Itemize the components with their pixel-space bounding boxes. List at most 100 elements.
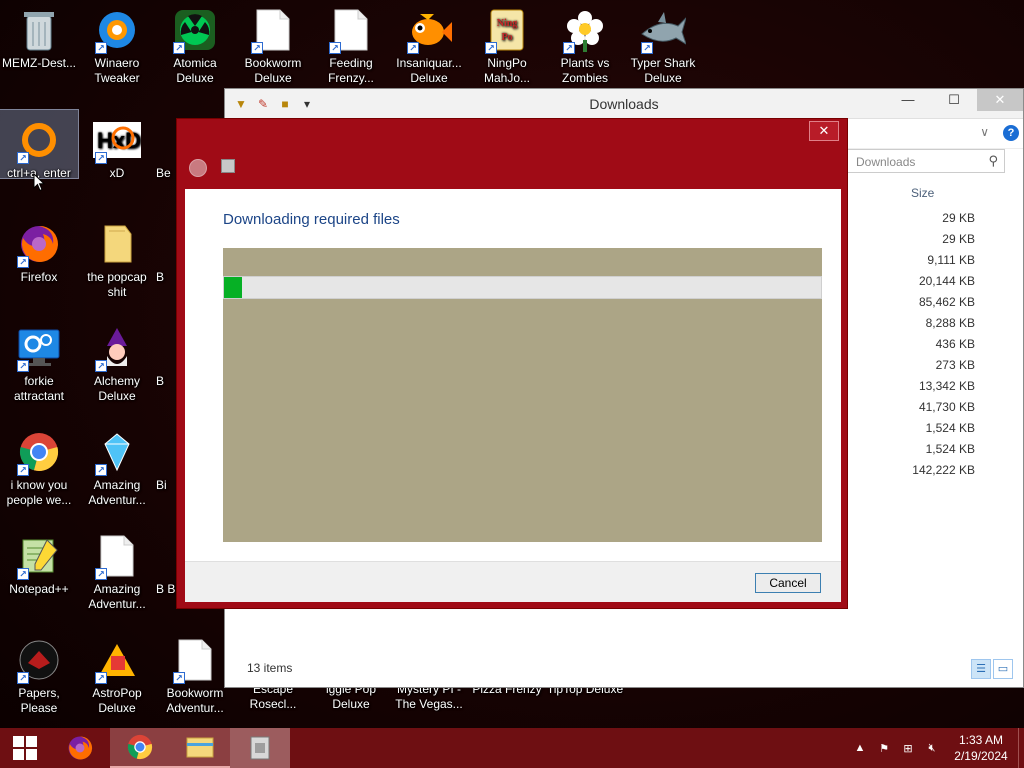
clock-time: 1:33 AM <box>958 733 1004 747</box>
shortcut-arrow-icon: ↗ <box>95 152 107 164</box>
shark-icon: ↗ <box>639 6 687 54</box>
maximize-button[interactable]: ☐ <box>931 89 977 111</box>
desktop-icon-label: Insaniquar... Deluxe <box>396 56 462 85</box>
blank-file-icon: ↗ <box>171 636 219 684</box>
taskbar: ▲ ⚑ ⊞ 🔇︎ 1:33 AM 2/19/2024 <box>0 728 1024 768</box>
desktop-icon-atomica[interactable]: ↗ Atomica Deluxe <box>156 0 234 86</box>
desktop-icon-label: B B <box>156 582 176 596</box>
desktop-icon-astropop[interactable]: ↗ AstroPop Deluxe <box>78 630 156 716</box>
shortcut-arrow-icon: ↗ <box>251 42 263 54</box>
desktop-icon-alchemy[interactable]: ↗ Alchemy Deluxe <box>78 318 156 404</box>
desktop-icon-plants-vs-zombies[interactable]: ↗ Plants vs Zombies <box>546 0 624 86</box>
shortcut-arrow-icon: ↗ <box>329 42 341 54</box>
minimize-button[interactable]: — <box>885 89 931 111</box>
action-center-flag-icon[interactable]: ⚑ <box>872 742 896 755</box>
desktop-icon-bookworm[interactable]: ↗ Bookworm Deluxe <box>234 0 312 86</box>
file-size-cell: 142,222 KB <box>912 463 975 477</box>
desktop-icon-label: Winaero Tweaker <box>94 56 140 85</box>
desktop-icon-label: i know you people we... <box>6 478 72 507</box>
desktop-icon-memz[interactable]: MEMZ-Dest... <box>0 0 78 71</box>
desktop-icon-partial-bb[interactable]: B B <box>156 526 176 597</box>
installer-dialog[interactable]: ✕ Downloading required files Cancel <box>176 118 848 609</box>
desktop-icon-partial-bi[interactable]: Bi <box>156 422 176 493</box>
shortcut-arrow-icon: ↗ <box>485 42 497 54</box>
file-explorer-icon <box>186 737 214 758</box>
show-desktop-button[interactable] <box>1018 728 1024 768</box>
desktop-icon-partial-be[interactable]: Be <box>156 110 176 181</box>
clock[interactable]: 1:33 AM 2/19/2024 <box>944 732 1018 764</box>
progress-bar-fill <box>224 277 242 298</box>
desktop-icon-label: Amazing Adventur... <box>88 478 146 507</box>
desktop-icon-feeding-frenzy[interactable]: ↗ Feeding Frenzy... <box>312 0 390 86</box>
desktop-icon-label: Alchemy Deluxe <box>93 374 140 403</box>
column-header-size[interactable]: Size <box>911 186 934 200</box>
desktop-icon-popcap-folder[interactable]: the popcap shit <box>78 214 156 300</box>
desktop-icon-amazing-adventures-2[interactable]: ↗ Amazing Adventur... <box>78 526 156 612</box>
desktop-icon-label: NingPo MahJo... <box>483 56 531 85</box>
shortcut-arrow-icon: ↗ <box>95 42 107 54</box>
monitor-gears-icon: ↗ <box>15 324 63 372</box>
folder-icon <box>93 220 141 268</box>
close-button[interactable]: ✕ <box>977 89 1023 111</box>
desktop-icon-insaniquarium[interactable]: ↗ Insaniquar... Deluxe <box>390 0 468 86</box>
svg-text:HxD: HxD <box>97 128 141 153</box>
details-view-icon[interactable]: ☰ <box>971 659 991 679</box>
goldfish-icon: ↗ <box>405 6 453 54</box>
desktop-icon-partial-b[interactable]: B <box>156 214 176 285</box>
help-icon[interactable]: ? <box>1003 125 1019 141</box>
large-icons-view-icon[interactable]: ▭ <box>993 659 1013 679</box>
desktop-icon-label: Papers, Please <box>18 686 60 715</box>
search-input[interactable]: Downloads ⚲ <box>847 149 1005 173</box>
progress-panel <box>223 248 822 542</box>
taskbar-chrome[interactable] <box>110 728 170 768</box>
desktop-icon-label: Bookworm Deluxe <box>244 56 302 85</box>
firefox-icon: ↗ <box>15 220 63 268</box>
desktop-icon-forkie[interactable]: ↗ forkie attractant <box>0 318 78 404</box>
file-size-cell: 85,462 KB <box>918 295 975 309</box>
dialog-close-button[interactable]: ✕ <box>809 121 839 141</box>
desktop-icon-label: Bookworm Adventur... <box>166 686 224 715</box>
desktop-icon-bookworm-adventures[interactable]: ↗ Bookworm Adventur... <box>156 630 234 716</box>
desktop-icon-label: Feeding Frenzy... <box>328 56 374 85</box>
shortcut-arrow-icon: ↗ <box>17 464 29 476</box>
start-button[interactable] <box>0 728 50 768</box>
desktop-icon-firefox[interactable]: ↗ Firefox <box>0 214 78 285</box>
desktop-icon-papers-please[interactable]: ↗ Papers, Please <box>0 630 78 716</box>
desktop-icon-label: Bi <box>156 478 167 492</box>
show-hidden-icons-icon[interactable]: ▲ <box>848 742 872 754</box>
chrome-icon <box>127 734 153 760</box>
desktop-icon-chrome-shortcut[interactable]: ↗ i know you people we... <box>0 422 78 508</box>
desktop-icon-label: xD <box>109 166 125 180</box>
desktop-icon-label: AstroPop Deluxe <box>92 686 142 715</box>
hxd-icon: HxD ↗ <box>93 116 141 164</box>
taskbar-file-explorer[interactable] <box>170 728 230 768</box>
file-size-cell: 436 KB <box>935 337 975 351</box>
windows-logo-icon <box>13 736 37 760</box>
desktop-icon-typer-shark[interactable]: ↗ Typer Shark Deluxe <box>624 0 702 86</box>
astropop-icon: ↗ <box>93 636 141 684</box>
shortcut-arrow-icon: ↗ <box>17 360 29 372</box>
desktop-icon-ctrl-a-enter[interactable]: ↗ ctrl+a, enter <box>0 109 79 180</box>
desktop-icon-label: Atomica Deluxe <box>173 56 217 85</box>
desktop-icon-ningpo[interactable]: Ning Po ↗ NingPo MahJo... <box>468 0 546 86</box>
desktop-icon-winaero[interactable]: ↗ Winaero Tweaker <box>78 0 156 86</box>
desktop-icon-notepadpp[interactable]: ↗ Notepad++ <box>0 526 78 597</box>
desktop-icon-xd[interactable]: HxD ↗ xD <box>78 110 156 181</box>
cancel-button[interactable]: Cancel <box>755 573 821 593</box>
desktop-icon-amazing-adventures-1[interactable]: ↗ Amazing Adventur... <box>78 422 156 508</box>
network-icon[interactable]: ⊞ <box>896 742 920 755</box>
dialog-titlebar[interactable]: ✕ <box>177 119 847 187</box>
desktop-icon-label: B <box>156 374 165 388</box>
desktop-icon-partial-b2[interactable]: B <box>156 318 176 389</box>
file-size-cell: 273 KB <box>935 358 975 372</box>
shortcut-arrow-icon: ↗ <box>407 42 419 54</box>
volume-muted-icon[interactable]: 🔇︎ <box>920 742 944 755</box>
taskbar-firefox[interactable] <box>50 728 110 768</box>
explorer-titlebar[interactable]: ▼ ✎ ■ ▾ Downloads — ☐ ✕ <box>225 89 1023 119</box>
window-controls: — ☐ ✕ <box>885 89 1023 111</box>
chevron-down-icon[interactable]: ∨ <box>980 125 989 139</box>
shortcut-arrow-icon: ↗ <box>95 464 107 476</box>
shortcut-arrow-icon: ↗ <box>17 672 29 684</box>
taskbar-installer[interactable] <box>230 728 290 768</box>
svg-text:Ning: Ning <box>497 18 518 29</box>
